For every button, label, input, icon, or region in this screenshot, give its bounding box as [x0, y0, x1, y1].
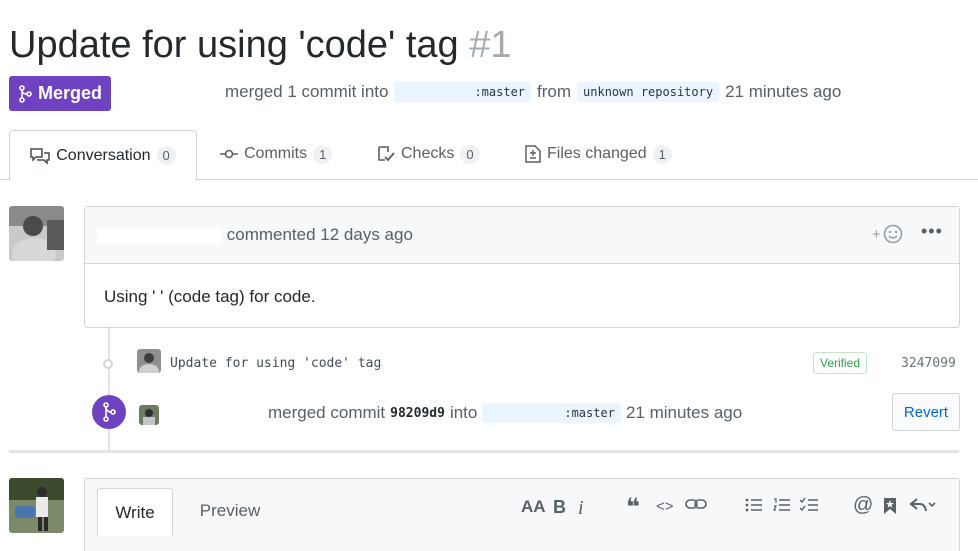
tab-commits[interactable]: Commits 1 [220, 130, 333, 178]
avatar[interactable] [9, 206, 64, 261]
git-merge-icon [19, 84, 32, 103]
numbered-list-icon[interactable] [773, 497, 791, 513]
timeline-divider [9, 450, 959, 453]
tab-label: Checks [401, 145, 455, 162]
comment-editor: Write Preview AA B i ❝ <> @ [84, 478, 960, 551]
reply-icon[interactable] [909, 497, 937, 513]
kebab-menu-icon[interactable]: ••• [921, 221, 943, 242]
bulleted-list-icon[interactable] [745, 497, 763, 513]
tab-files-changed[interactable]: Files changed 1 [525, 130, 672, 178]
bookmark-icon[interactable] [883, 497, 897, 515]
meta-time: 21 minutes ago [725, 82, 842, 101]
tab-conversation[interactable]: Conversation 0 [9, 130, 197, 181]
git-commit-icon [103, 359, 113, 369]
author-name[interactable] [97, 227, 222, 244]
comment-header: commented 12 days ago + ••• [85, 207, 959, 264]
file-diff-icon [525, 145, 541, 163]
comment-discussion-icon [30, 147, 50, 165]
pr-title: Update for using 'code' tag [9, 24, 459, 66]
comment-action: commented 12 days ago [226, 225, 413, 244]
tab-counter: 0 [460, 144, 480, 164]
verified-badge[interactable]: Verified [813, 352, 867, 374]
merge-prefix: merged commit [268, 403, 386, 422]
code-icon[interactable]: <> [656, 498, 674, 515]
bold-icon[interactable]: B [553, 497, 566, 518]
head-branch[interactable]: unknown repository [577, 82, 720, 102]
tab-label: Files changed [547, 145, 647, 162]
smiley-icon [883, 224, 903, 244]
link-icon[interactable] [685, 497, 707, 511]
tab-counter: 0 [156, 146, 176, 165]
commit-message[interactable]: Update for using 'code' tag [170, 356, 381, 371]
mention-icon[interactable]: @ [853, 494, 873, 517]
tab-label: Conversation [56, 146, 151, 164]
status-badge-label: Merged [37, 83, 102, 103]
avatar[interactable] [9, 478, 64, 533]
revert-button[interactable]: Revert [892, 393, 960, 431]
merge-branch[interactable]: :master [482, 403, 621, 423]
tab-write[interactable]: Write [97, 488, 173, 536]
merge-time: 21 minutes ago [625, 403, 743, 422]
pr-number: #1 [469, 24, 512, 66]
tab-counter: 1 [313, 144, 333, 164]
meta-from-text: from [537, 82, 572, 101]
quote-icon[interactable]: ❝ [626, 493, 640, 522]
pr-tabs: Conversation 0 Commits 1 Checks 0 Files … [0, 130, 978, 181]
meta-merged-text: merged 1 commit into [225, 82, 389, 101]
checklist-icon [378, 146, 395, 162]
git-merge-icon [103, 402, 116, 422]
comment-box: commented 12 days ago + ••• Using ' ' (c… [84, 206, 960, 328]
avatar[interactable] [137, 349, 161, 373]
tab-preview[interactable]: Preview [190, 488, 270, 534]
italic-icon[interactable]: i [578, 497, 584, 520]
task-list-icon[interactable] [799, 497, 819, 513]
tab-counter: 1 [652, 144, 672, 164]
pr-meta: merged 1 commit into :master from unknow… [225, 82, 841, 102]
text-size-icon[interactable]: AA [521, 497, 546, 517]
git-commit-icon [220, 149, 238, 159]
tab-checks[interactable]: Checks 0 [377, 130, 480, 178]
status-badge: Merged [9, 76, 111, 111]
tab-label: Commits [244, 145, 308, 162]
comment-body: Using ' ' (code tag) for code. [104, 287, 316, 306]
merge-sha[interactable]: 98209d9 [390, 406, 445, 421]
merge-event-text: merged commit 98209d9 into :master 21 mi… [268, 403, 742, 423]
commit-sha[interactable]: 3247099 [901, 356, 956, 371]
avatar[interactable] [139, 405, 159, 425]
merge-event-icon [92, 395, 126, 429]
merge-into: into [449, 403, 478, 422]
add-reaction-button[interactable]: + [872, 224, 903, 244]
page-title: Update for using 'code' tag #1 [9, 24, 512, 67]
timeline-line [108, 326, 110, 450]
base-branch[interactable]: :master [394, 82, 532, 102]
